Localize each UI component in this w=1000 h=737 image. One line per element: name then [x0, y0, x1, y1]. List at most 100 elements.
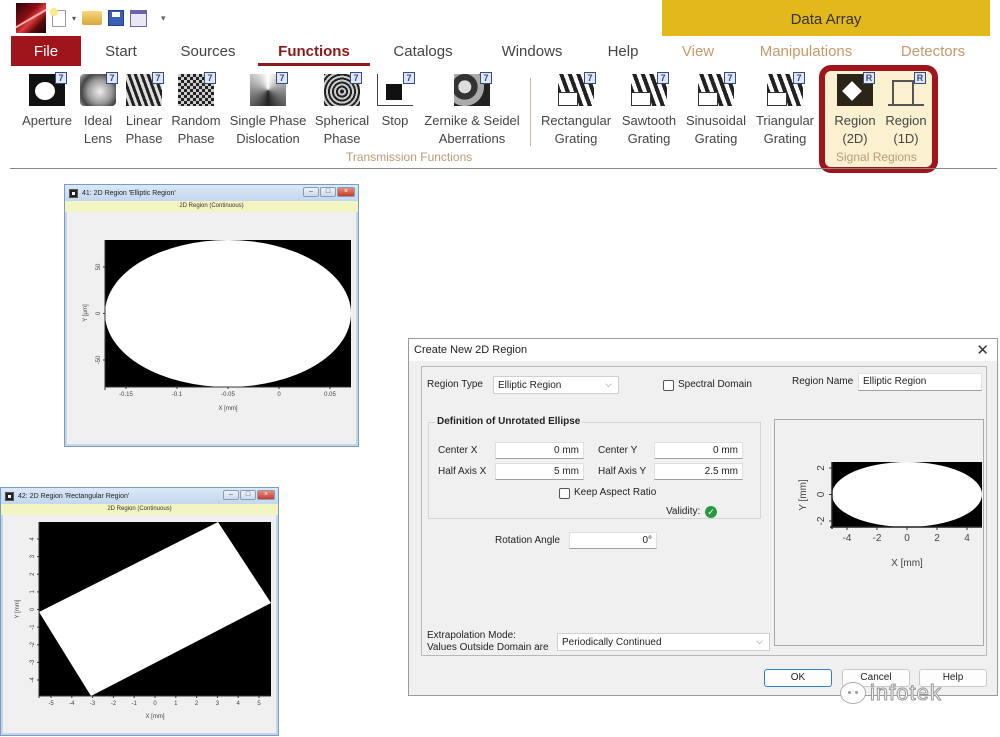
rectangular-plot[interactable]: -5 -4 -3 -2 -1 0 1 2 3 4 5 4 3 2 1 0 -1 -2 -3 -4 X [mm] Y …	[1, 515, 278, 735]
keep-aspect-ratio-checkbox[interactable]	[559, 488, 570, 499]
preview-plot: -4 -2 0 2 4 2 0 -2 X [mm] Y [mm]	[798, 462, 982, 569]
sawtooth-grating-icon: 7	[631, 72, 669, 106]
random-phase-button[interactable]: 7 Random Phase	[168, 72, 224, 148]
half-axis-y-label: Half Axis Y	[598, 466, 647, 477]
tab-detectors[interactable]: Detectors	[893, 36, 973, 66]
zernike-seidel-button[interactable]: 7 Zernike & Seidel Aberrations	[418, 72, 526, 148]
ellipse-region	[832, 462, 982, 527]
stop-button[interactable]: 7 Stop	[376, 72, 415, 130]
region-type-label: Region Type	[427, 379, 483, 390]
close-button[interactable]: ×	[337, 187, 355, 197]
half-axis-y-input[interactable]: 2.5 mm	[654, 463, 743, 480]
y-tick-label: 0	[30, 607, 36, 611]
linear-phase-button[interactable]: 7 Linear Phase	[122, 72, 166, 148]
region-1d-icon: R	[888, 72, 926, 106]
spherical-phase-icon: 7	[324, 72, 362, 106]
window-icon	[5, 491, 14, 501]
sawtooth-grating-button[interactable]: 7 Sawtooth Grating	[618, 72, 680, 148]
y-tick-label: 0	[96, 311, 102, 315]
center-x-input[interactable]: 0 mm	[495, 442, 584, 459]
validity-label: Validity:	[666, 506, 701, 517]
extrapolation-mode-label: Extrapolation Mode:	[427, 630, 516, 641]
region-1d-button[interactable]: R Region (1D)	[881, 72, 931, 148]
sinusoidal-grating-button[interactable]: 7 Sinusoidal Grating	[682, 72, 750, 148]
elliptic-region-window[interactable]: 41: 2D Region 'Elliptic Region' – □ × 2D…	[64, 184, 359, 447]
ribbon-separator	[530, 78, 531, 146]
tab-functions[interactable]: Functions	[258, 36, 370, 66]
spherical-phase-button[interactable]: 7 Spherical Phase	[311, 72, 373, 148]
region-2d-button[interactable]: R Region (2D)	[830, 72, 880, 148]
tab-catalogs[interactable]: Catalogs	[386, 36, 460, 66]
x-tick-label: 2	[934, 533, 940, 544]
keep-aspect-ratio-label: Keep Aspect Ratio	[574, 487, 657, 498]
x-tick-label: -2	[111, 701, 117, 707]
dropdown-arrow-icon[interactable]: ▾	[72, 14, 76, 23]
rotation-angle-label: Rotation Angle	[495, 535, 561, 546]
save-icon[interactable]	[108, 10, 125, 26]
rotation-angle-input[interactable]: 0°	[569, 532, 657, 549]
x-tick-label: 4	[964, 533, 970, 544]
x-tick-label: -2	[873, 533, 882, 544]
minimize-button[interactable]: –	[223, 490, 239, 500]
maximize-button[interactable]: □	[320, 187, 336, 197]
tab-start[interactable]: Start	[96, 36, 146, 66]
ellipse-definition-group: Definition of Unrotated Ellipse Center X…	[428, 416, 761, 519]
region-type-select[interactable]: Elliptic Region ⌵	[493, 376, 619, 394]
spectral-domain-checkbox[interactable]	[663, 380, 674, 391]
x-tick-label: -0.05	[221, 392, 235, 398]
half-axis-x-input[interactable]: 5 mm	[495, 463, 584, 480]
window-subtitle: 2D Region (Continuous)	[1, 504, 278, 515]
dialog-titlebar[interactable]: Create New 2D Region ✕	[409, 339, 997, 361]
dialog-content-frame: Region Type Elliptic Region ⌵ Spectral D…	[421, 366, 987, 656]
y-tick-label: -4	[30, 677, 36, 683]
y-tick-label: 1	[30, 590, 36, 594]
x-axis-label: X [mm]	[891, 558, 923, 569]
ribbon-divider	[10, 168, 997, 169]
close-button[interactable]: ×	[257, 490, 275, 500]
window-titlebar[interactable]: 42: 2D Region 'Rectangular Region' – □ ×	[1, 488, 278, 504]
maximize-button[interactable]: □	[240, 490, 256, 500]
aperture-button[interactable]: 7 Aperture	[17, 72, 77, 130]
tab-help[interactable]: Help	[600, 36, 646, 66]
minimize-button[interactable]: –	[303, 187, 319, 197]
x-tick-label: 0	[153, 701, 157, 707]
ideal-lens-button[interactable]: 7 Ideal Lens	[78, 72, 118, 148]
tab-file[interactable]: File	[11, 36, 81, 66]
x-tick-label: 2	[195, 701, 199, 707]
tab-view[interactable]: View	[676, 36, 720, 66]
y-tick-label: 4	[30, 537, 36, 541]
aperture-icon: 7	[29, 72, 67, 106]
tab-windows[interactable]: Windows	[494, 36, 570, 66]
elliptic-plot[interactable]: -0.15 -0.1 -0.05 0 0.05 50 0 -50 X [mm] Y [µm]	[65, 212, 358, 446]
single-phase-dislocation-button[interactable]: 7 Single Phase Dislocation	[226, 72, 310, 148]
chevron-down-icon: ⌵	[605, 379, 612, 389]
region-2d-icon: R	[837, 72, 875, 106]
context-tab-header: Data Array	[662, 0, 990, 36]
new-file-icon[interactable]	[50, 7, 66, 27]
ok-button[interactable]: OK	[764, 669, 832, 687]
y-axis-label: Y [mm]	[15, 599, 21, 618]
triangular-grating-button[interactable]: 7 Triangular Grating	[752, 72, 818, 148]
rectangular-grating-button[interactable]: 7 Rectangular Grating	[536, 72, 616, 148]
rectangular-region-window[interactable]: 42: 2D Region 'Rectangular Region' – □ ×…	[0, 487, 279, 736]
window-titlebar[interactable]: 41: 2D Region 'Elliptic Region' – □ ×	[65, 185, 358, 201]
watermark: infotek	[840, 680, 942, 706]
app-logo[interactable]	[16, 3, 46, 33]
extrapolation-mode-select[interactable]: Periodically Continued ⌵	[557, 633, 770, 651]
x-tick-label: 5	[257, 701, 261, 707]
y-tick-label: -2	[30, 641, 36, 647]
center-y-input[interactable]: 0 mm	[654, 442, 743, 459]
x-tick-label: -0.15	[119, 392, 133, 398]
stop-icon: 7	[377, 72, 415, 106]
customize-qat-icon[interactable]: ▾	[161, 13, 166, 24]
region-name-input[interactable]: Elliptic Region	[858, 373, 982, 391]
y-tick-label: -3	[30, 659, 36, 665]
x-tick-label: -4	[843, 533, 852, 544]
tab-manipulations[interactable]: Manipulations	[750, 36, 862, 66]
tab-sources[interactable]: Sources	[175, 36, 241, 66]
triangular-grating-icon: 7	[767, 72, 805, 106]
calendar-icon[interactable]	[130, 9, 148, 27]
open-folder-icon[interactable]	[82, 11, 103, 25]
close-icon[interactable]: ✕	[976, 341, 989, 359]
center-y-label: Center Y	[598, 445, 638, 456]
